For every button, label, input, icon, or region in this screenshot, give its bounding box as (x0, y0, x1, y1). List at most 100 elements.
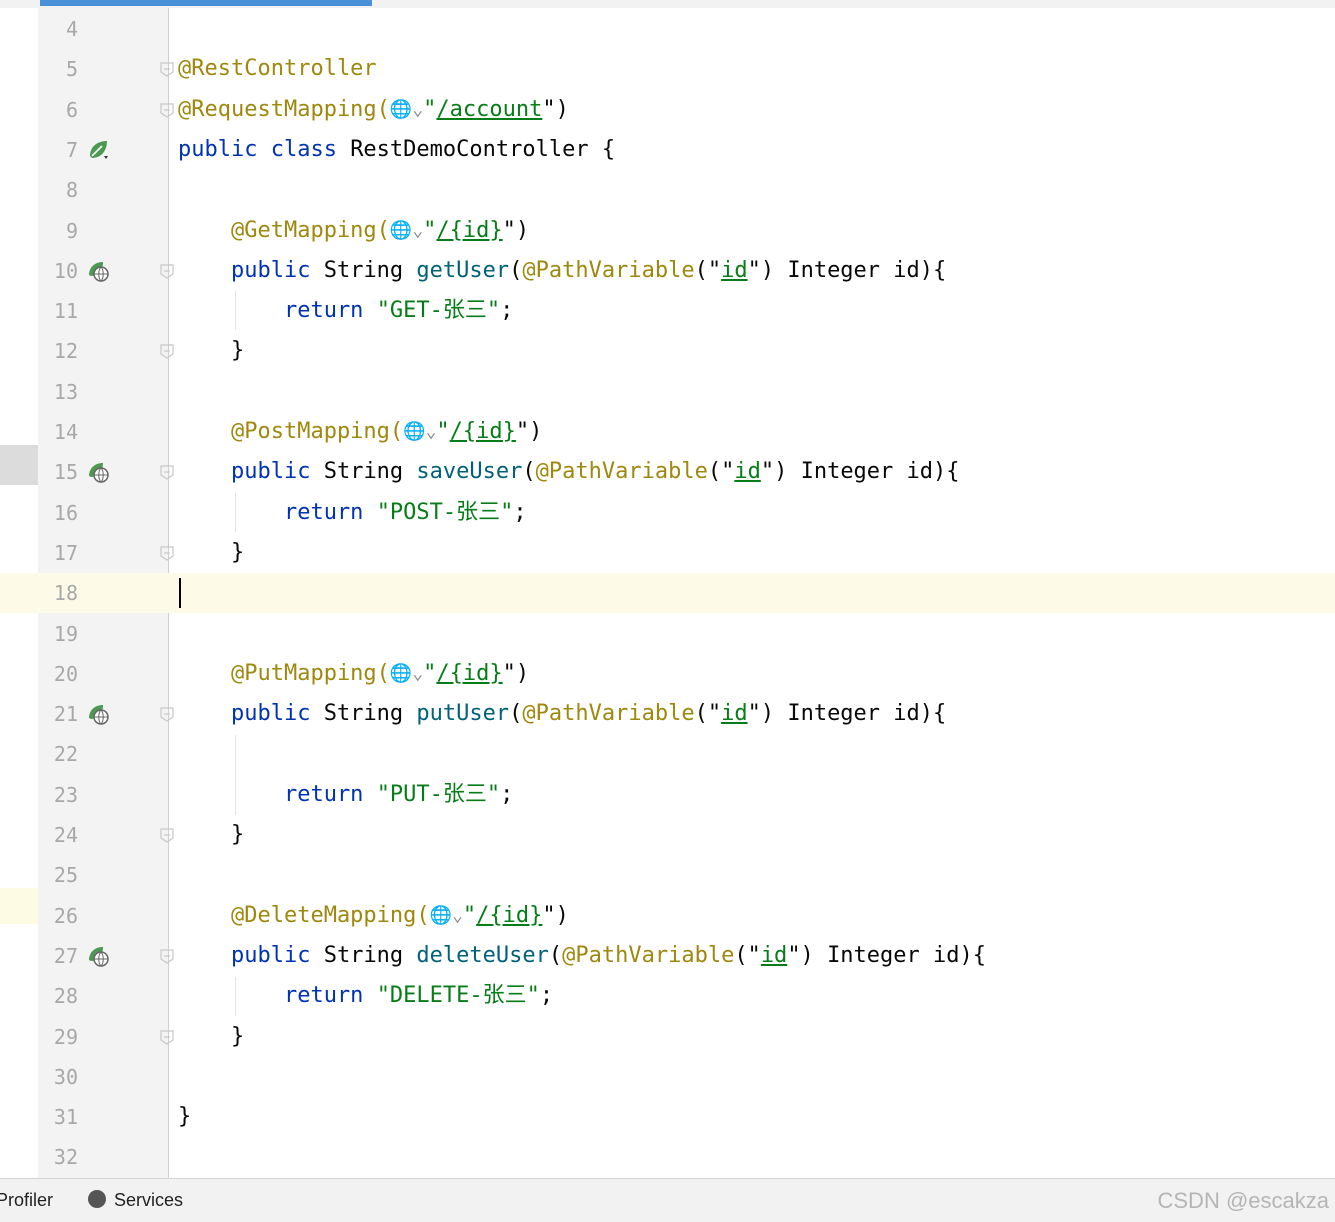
spring-bean-icon[interactable] (86, 138, 110, 162)
line-number[interactable]: 31 (38, 1097, 78, 1137)
code-line[interactable]: 31} (0, 1097, 1335, 1137)
fold-marker-icon[interactable] (160, 1029, 174, 1045)
code-text[interactable]: return "PUT-张三"; (178, 775, 513, 815)
line-number[interactable]: 8 (38, 170, 78, 210)
code-text[interactable]: } (178, 533, 244, 573)
code-token[interactable]: /account (436, 97, 542, 122)
fold-marker-icon[interactable] (160, 827, 174, 843)
line-number[interactable]: 13 (38, 372, 78, 412)
code-text[interactable]: @DeleteMapping(🌐⌄"/{id}") (178, 896, 569, 936)
code-line[interactable]: 14 @PostMapping(🌐⌄"/{id}") (0, 412, 1335, 452)
code-line[interactable]: 20 @PutMapping(🌐⌄"/{id}") (0, 654, 1335, 694)
code-token[interactable]: id (761, 943, 788, 968)
code-line[interactable]: 10 public String getUser(@PathVariable("… (0, 251, 1335, 291)
line-number[interactable]: 19 (38, 614, 78, 654)
fold-marker-icon[interactable] (160, 343, 174, 360)
line-number[interactable]: 17 (38, 533, 78, 573)
code-text[interactable]: public String saveUser(@PathVariable("id… (178, 452, 960, 492)
code-text[interactable]: } (178, 1017, 244, 1057)
line-number[interactable]: 14 (38, 412, 78, 452)
fold-marker-icon[interactable] (160, 263, 174, 279)
line-number[interactable]: 32 (38, 1137, 78, 1177)
line-number[interactable]: 7 (38, 130, 78, 170)
endpoint-globe-icon[interactable]: 🌐⌄ (430, 896, 463, 936)
code-token[interactable]: id (721, 701, 748, 726)
line-number[interactable]: 28 (38, 976, 78, 1016)
code-line[interactable]: 9 @GetMapping(🌐⌄"/{id}") (0, 211, 1335, 251)
fold-marker-icon[interactable] (160, 61, 174, 78)
code-text[interactable]: } (178, 1097, 191, 1137)
code-token[interactable]: /{id} (436, 661, 502, 686)
endpoint-globe-icon[interactable]: 🌐⌄ (403, 412, 436, 452)
fold-marker-icon[interactable] (160, 948, 174, 964)
code-line[interactable]: 23 return "PUT-张三"; (0, 775, 1335, 815)
code-text[interactable]: } (178, 331, 244, 371)
code-line[interactable]: 17 } (0, 533, 1335, 573)
code-token[interactable]: id (721, 258, 748, 283)
code-text[interactable]: public String getUser(@PathVariable("id"… (178, 251, 946, 291)
code-line[interactable]: 22 (0, 734, 1335, 774)
code-text[interactable]: return "POST-张三"; (178, 493, 527, 533)
line-number[interactable]: 10 (38, 251, 78, 291)
line-number[interactable]: 25 (38, 855, 78, 895)
code-line[interactable]: 11 return "GET-张三"; (0, 291, 1335, 331)
code-line[interactable]: 30 (0, 1057, 1335, 1097)
line-number[interactable]: 11 (38, 291, 78, 331)
line-number[interactable]: 26 (38, 896, 78, 936)
code-token[interactable]: /{id} (476, 903, 542, 928)
code-line[interactable]: 19 (0, 614, 1335, 654)
endpoint-globe-icon[interactable]: 🌐⌄ (390, 654, 423, 694)
code-line[interactable]: 29 } (0, 1017, 1335, 1057)
code-line[interactable]: 24 } (0, 815, 1335, 855)
line-number[interactable]: 22 (38, 734, 78, 774)
code-text[interactable]: @RequestMapping(🌐⌄"/account") (178, 90, 569, 130)
web-endpoint-icon[interactable] (86, 944, 110, 968)
code-text[interactable]: @PutMapping(🌐⌄"/{id}") (178, 654, 529, 694)
line-number[interactable]: 27 (38, 936, 78, 976)
code-text[interactable]: return "GET-张三"; (178, 291, 513, 331)
line-number[interactable]: 23 (38, 775, 78, 815)
line-number[interactable]: 30 (38, 1057, 78, 1097)
web-endpoint-icon[interactable] (86, 460, 110, 484)
line-number[interactable]: 4 (38, 9, 78, 49)
code-line[interactable]: 13 (0, 372, 1335, 412)
line-number[interactable]: 5 (38, 49, 78, 89)
code-line[interactable]: 12 } (0, 331, 1335, 371)
code-text[interactable]: public String deleteUser(@PathVariable("… (178, 936, 986, 976)
code-text[interactable]: @GetMapping(🌐⌄"/{id}") (178, 211, 529, 251)
line-number[interactable]: 6 (38, 90, 78, 130)
code-line[interactable]: 18 (0, 573, 1335, 614)
line-number[interactable]: 12 (38, 331, 78, 371)
code-line[interactable]: 26 @DeleteMapping(🌐⌄"/{id}") (0, 896, 1335, 936)
code-line[interactable]: 16 return "POST-张三"; (0, 493, 1335, 533)
line-number[interactable]: 24 (38, 815, 78, 855)
line-number[interactable]: 18 (38, 573, 78, 613)
code-line[interactable]: 21 public String putUser(@PathVariable("… (0, 694, 1335, 734)
code-line[interactable]: 6 @RequestMapping(🌐⌄"/account") (0, 90, 1335, 130)
line-number[interactable]: 20 (38, 654, 78, 694)
fold-marker-icon[interactable] (160, 706, 174, 722)
code-line[interactable]: 32 (0, 1137, 1335, 1177)
line-number[interactable]: 9 (38, 211, 78, 251)
code-text[interactable]: public String putUser(@PathVariable("id"… (178, 694, 946, 734)
code-line[interactable]: 15 public String saveUser(@PathVariable(… (0, 452, 1335, 492)
code-line[interactable]: 25 (0, 855, 1335, 895)
code-line[interactable]: 28 return "DELETE-张三"; (0, 976, 1335, 1016)
line-number[interactable]: 21 (38, 694, 78, 734)
code-token[interactable]: /{id} (436, 218, 502, 243)
fold-marker-icon[interactable] (160, 464, 174, 481)
code-text[interactable]: @PostMapping(🌐⌄"/{id}") (178, 412, 542, 452)
fold-marker-icon[interactable] (160, 102, 174, 118)
code-line[interactable]: 5 @RestController (0, 49, 1335, 89)
code-token[interactable]: /{id} (450, 419, 516, 444)
web-endpoint-icon[interactable] (86, 702, 110, 726)
fold-marker-icon[interactable] (160, 545, 174, 561)
code-line[interactable]: 27 public String deleteUser(@PathVariabl… (0, 936, 1335, 976)
code-text[interactable]: @RestController (178, 49, 377, 89)
endpoint-globe-icon[interactable]: 🌐⌄ (390, 90, 423, 130)
web-endpoint-icon[interactable] (86, 259, 110, 283)
profiler-tab[interactable]: Profiler (0, 1179, 53, 1222)
line-number[interactable]: 29 (38, 1017, 78, 1057)
code-text[interactable]: } (178, 815, 244, 855)
code-text[interactable]: public class RestDemoController { (178, 130, 615, 170)
